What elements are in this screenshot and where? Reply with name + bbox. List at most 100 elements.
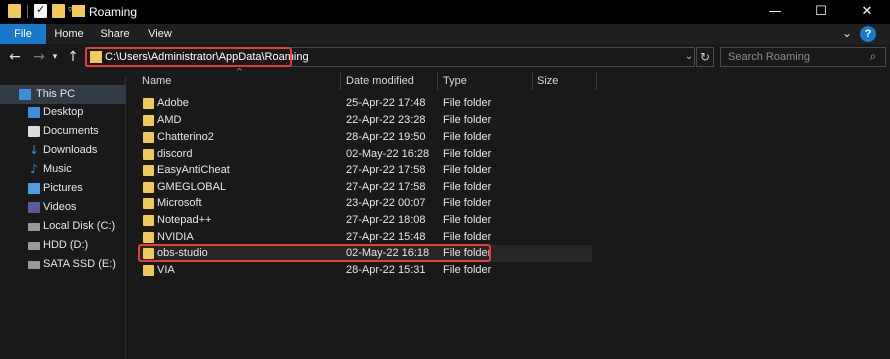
nav-item-this-pc[interactable]: This PC (0, 85, 126, 104)
nav-item-pictures[interactable]: Pictures (0, 179, 126, 198)
drive-icon (28, 261, 40, 269)
file-row[interactable]: Chatterino2 28-Apr-22 19:50 File folder (138, 129, 592, 146)
file-row[interactable]: discord 02-May-22 16:28 File folder (138, 146, 592, 163)
folder-icon (143, 198, 154, 209)
file-row[interactable]: EasyAntiCheat 27-Apr-22 17:58 File folde… (138, 162, 592, 179)
nav-item-videos[interactable]: Videos (0, 198, 126, 217)
file-date: 27-Apr-22 17:58 (346, 181, 426, 193)
nav-item-label: Desktop (43, 106, 84, 118)
column-header-size[interactable]: Size (537, 72, 558, 90)
column-divider[interactable] (532, 72, 533, 90)
tab-view[interactable]: View (138, 24, 182, 44)
nav-item-label: SATA SSD (E:) (43, 258, 116, 270)
search-input[interactable] (720, 47, 886, 67)
window-folder-icon (72, 5, 85, 17)
file-date: 25-Apr-22 17:48 (346, 97, 426, 109)
address-dropdown-icon[interactable]: ⌄ (682, 48, 696, 66)
pictures-icon (28, 183, 40, 194)
folder-icon (8, 4, 21, 18)
file-name: EasyAntiCheat (157, 164, 230, 176)
toolbar-separator (27, 5, 28, 18)
nav-item-label: Music (43, 163, 72, 175)
window-title: Roaming (89, 5, 138, 19)
minimize-button[interactable]: — (752, 0, 798, 24)
column-header-date-modified[interactable]: Date modified (346, 72, 414, 90)
column-divider[interactable] (596, 72, 597, 90)
nav-item-label: Documents (43, 125, 99, 137)
file-row[interactable]: AMD 22-Apr-22 23:28 File folder (138, 112, 592, 129)
column-header-name[interactable]: Name (142, 72, 171, 90)
folder-icon (143, 115, 154, 126)
nav-item-music[interactable]: ♪ Music (0, 160, 126, 179)
drive-icon (28, 242, 40, 250)
downloads-icon: ↓ (28, 143, 40, 157)
folder-icon (143, 132, 154, 143)
file-name: VIA (157, 264, 175, 276)
nav-item-label: Videos (43, 201, 77, 213)
file-row[interactable]: VIA 28-Apr-22 15:31 File folder (138, 262, 592, 279)
nav-item-sata-ssd-e[interactable]: SATA SSD (E:) (0, 255, 126, 274)
file-type: File folder (443, 214, 492, 226)
tab-home[interactable]: Home (46, 24, 92, 44)
file-name: Adobe (157, 97, 189, 109)
file-type: File folder (443, 264, 492, 276)
column-divider[interactable] (437, 72, 438, 90)
desktop-icon (28, 107, 40, 118)
column-divider[interactable] (340, 72, 341, 90)
file-date: 27-Apr-22 17:58 (346, 164, 426, 176)
videos-icon (28, 202, 40, 213)
folder-icon (143, 182, 154, 193)
file-type: File folder (443, 181, 492, 193)
nav-item-documents[interactable]: Documents (0, 122, 126, 141)
file-type: File folder (443, 197, 492, 209)
file-date: 22-Apr-22 23:28 (346, 114, 426, 126)
file-row[interactable]: Adobe 25-Apr-22 17:48 File folder (138, 95, 592, 112)
back-arrow-icon[interactable]: ← (6, 47, 24, 67)
file-name: GMEGLOBAL (157, 181, 227, 193)
file-row[interactable]: Notepad++ 27-Apr-22 18:08 File folder (138, 212, 592, 229)
nav-item-desktop[interactable]: Desktop (0, 103, 126, 122)
file-type: File folder (443, 114, 492, 126)
nav-item-downloads[interactable]: ↓ Downloads (0, 141, 126, 160)
file-name: discord (157, 148, 193, 160)
expand-ribbon-icon[interactable]: ⌄ (842, 26, 852, 40)
folder-icon (143, 165, 154, 176)
file-name: Microsoft (157, 197, 202, 209)
file-name: AMD (157, 114, 182, 126)
nav-item-label: HDD (D:) (43, 239, 89, 251)
close-button[interactable]: ✕ (844, 0, 890, 24)
file-row[interactable]: Microsoft 23-Apr-22 00:07 File folder (138, 195, 592, 212)
forward-arrow-icon[interactable]: → (30, 47, 48, 67)
new-folder-icon[interactable] (52, 4, 65, 18)
address-highlight-box (85, 47, 292, 67)
column-header-type[interactable]: Type (443, 72, 467, 90)
this-pc-icon (19, 89, 31, 100)
nav-item-hdd-d[interactable]: HDD (D:) (0, 236, 126, 255)
nav-item-local-disk-c[interactable]: Local Disk (C:) (0, 217, 126, 236)
file-type: File folder (443, 148, 492, 160)
refresh-button[interactable]: ↻ (696, 47, 714, 67)
folder-icon (143, 215, 154, 226)
file-name: Chatterino2 (157, 131, 214, 143)
up-arrow-icon[interactable]: ↑ (64, 47, 82, 67)
file-type: File folder (443, 231, 492, 243)
properties-icon[interactable] (34, 3, 47, 18)
file-date: 28-Apr-22 19:50 (346, 131, 426, 143)
file-type: File folder (443, 97, 492, 109)
tab-file[interactable]: File (0, 24, 46, 44)
file-date: 28-Apr-22 15:31 (346, 264, 426, 276)
recent-locations-icon[interactable]: ▾ (50, 47, 60, 67)
file-type: File folder (443, 164, 492, 176)
file-date: 27-Apr-22 18:08 (346, 214, 426, 226)
nav-item-label: Pictures (43, 182, 83, 194)
sort-ascending-icon: ^ (236, 67, 243, 76)
drive-icon (28, 223, 40, 231)
tab-share[interactable]: Share (92, 24, 138, 44)
help-icon[interactable]: ? (860, 26, 876, 42)
documents-icon (28, 126, 40, 137)
file-row[interactable]: GMEGLOBAL 27-Apr-22 17:58 File folder (138, 179, 592, 196)
file-name: NVIDIA (157, 231, 194, 243)
maximize-button[interactable]: ☐ (798, 0, 844, 24)
folder-icon (143, 232, 154, 243)
folder-icon (143, 265, 154, 276)
